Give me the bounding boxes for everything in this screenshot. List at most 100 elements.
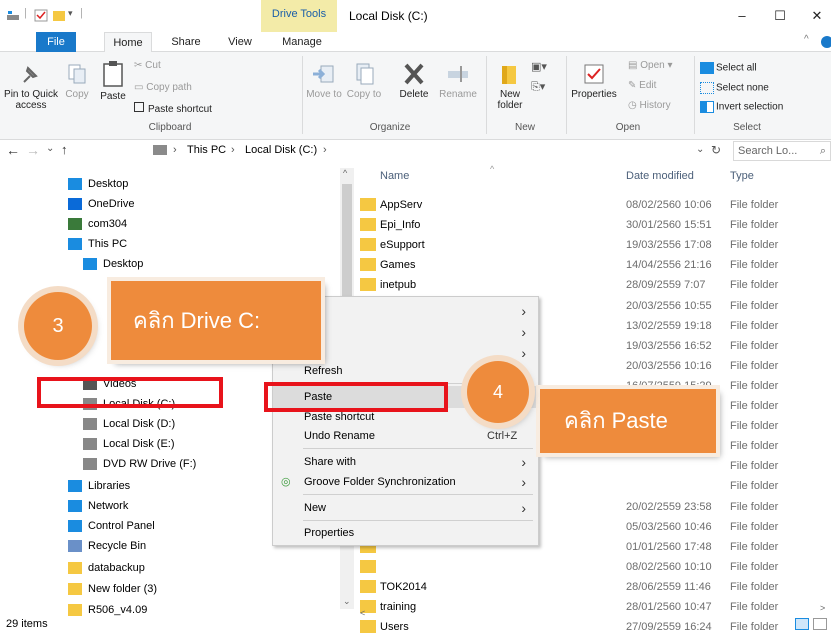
nav-item[interactable]: Network [68, 496, 128, 516]
copy-to-button[interactable]: Copy to [346, 62, 382, 100]
properties-qat-icon[interactable] [34, 9, 48, 22]
new-label: New [304, 502, 327, 514]
minimize-button[interactable]: – [727, 5, 757, 27]
context-menu-share-with[interactable]: Share with › [273, 451, 538, 473]
address-dropdown-icon[interactable]: ⌄ [696, 144, 704, 155]
nav-item[interactable]: databackup [68, 558, 145, 578]
drive-icon [83, 418, 97, 430]
breadcrumb-this-pc[interactable]: This PC [187, 144, 226, 156]
table-row[interactable]: 08/02/2560 10:10 File folder [354, 557, 831, 577]
move-to-button[interactable]: Move to [306, 62, 342, 100]
copy-button[interactable]: Copy [62, 62, 92, 100]
nav-item[interactable]: Desktop [83, 254, 144, 274]
nav-item-label: OneDrive [88, 198, 135, 210]
tab-home[interactable]: Home [104, 32, 152, 53]
nav-item[interactable]: Local Disk (E:) [83, 434, 175, 454]
rename-button[interactable]: Rename [436, 62, 480, 100]
properties-button[interactable]: Properties [568, 62, 620, 100]
history-button[interactable]: ◷ History [628, 100, 671, 111]
desktop-icon [68, 178, 82, 190]
copy-to-label: Copy to [346, 89, 382, 100]
pin-to-quick-access-button[interactable]: Pin to Quick access [2, 62, 60, 111]
copy-path-button[interactable]: ▭ Copy path [134, 82, 192, 93]
context-menu-undo-rename[interactable]: Undo Rename Ctrl+Z [273, 425, 538, 447]
column-type[interactable]: Type [730, 170, 754, 182]
open-label: Open [640, 60, 665, 71]
new-folder-qat-icon[interactable] [52, 9, 66, 22]
close-button[interactable]: ✕ [802, 5, 831, 27]
qat-dropdown-icon[interactable]: ▾ [68, 8, 73, 19]
select-none-button[interactable]: Select none [700, 82, 769, 94]
help-icon[interactable] [821, 36, 831, 48]
table-row[interactable]: inetpub 28/09/2559 7:07 File folder [354, 275, 831, 295]
collapse-ribbon-icon[interactable]: ^ [804, 34, 809, 45]
new-item-icon[interactable]: ▣▾ [531, 60, 547, 73]
nav-item[interactable]: com304 [68, 214, 127, 234]
back-arrow-icon[interactable]: ← [6, 142, 20, 158]
qat-separator: | [24, 7, 27, 19]
open-button[interactable]: ▤ Open ▾ [628, 60, 673, 71]
table-row[interactable]: TOK2014 28/06/2559 11:46 File folder [354, 577, 831, 597]
nav-item[interactable]: Control Panel [68, 516, 155, 536]
paste-shortcut-icon [134, 102, 144, 112]
context-menu-properties[interactable]: Properties [273, 522, 538, 544]
file-date: 14/04/2556 21:16 [626, 259, 712, 272]
tab-manage[interactable]: Manage [275, 32, 329, 52]
table-row[interactable]: training 28/01/2560 10:47 File folder [354, 597, 831, 617]
folder-icon [360, 559, 376, 573]
drive-icon [83, 438, 97, 450]
maximize-button[interactable]: ☐ [765, 5, 795, 27]
tab-view[interactable]: View [220, 32, 260, 52]
select-all-label: Select all [716, 62, 757, 74]
column-name[interactable]: Name [380, 170, 409, 182]
paste-shortcut-button[interactable]: Paste shortcut [134, 102, 212, 115]
table-row[interactable]: Games 14/04/2556 21:16 File folder [354, 255, 831, 275]
delete-button[interactable]: Delete [394, 62, 434, 100]
context-menu-groove-sync[interactable]: ◎ Groove Folder Synchronization › [273, 471, 538, 493]
nav-item[interactable]: New folder (3) [68, 579, 157, 599]
file-date: 20/03/2556 10:55 [626, 299, 712, 312]
scroll-down-icon[interactable]: ⌄ [343, 596, 351, 607]
nav-item[interactable]: Recycle Bin [68, 536, 146, 556]
file-type: File folder [730, 601, 779, 613]
file-date: 08/02/2560 10:06 [626, 199, 712, 211]
drive-tools-context-tab[interactable]: Drive Tools [261, 0, 337, 32]
table-row[interactable]: eSupport 19/03/2556 17:08 File folder [354, 235, 831, 255]
large-icons-view-icon[interactable] [813, 618, 827, 630]
hscroll-right-icon[interactable]: > [820, 603, 825, 613]
nav-item[interactable]: Desktop [68, 174, 128, 194]
refresh-icon[interactable]: ↻ [711, 143, 721, 157]
nav-item-label: Desktop [103, 258, 144, 270]
easy-access-icon[interactable]: ⎘▾ [531, 80, 545, 94]
recent-locations-icon[interactable]: ⌄ [46, 143, 54, 154]
groove-sync-label: Groove Folder Synchronization [304, 476, 456, 488]
tab-share[interactable]: Share [166, 32, 206, 52]
file-type: File folder [730, 359, 779, 372]
tab-file[interactable]: File [36, 32, 76, 52]
group-separator [302, 56, 303, 134]
nav-item[interactable]: DVD RW Drive (F:) [83, 454, 196, 474]
forward-arrow-icon[interactable]: → [26, 142, 40, 158]
column-date-modified[interactable]: Date modified [626, 170, 694, 182]
invert-selection-button[interactable]: Invert selection [700, 101, 783, 113]
file-name: eSupport [380, 239, 425, 252]
cut-button[interactable]: ✂ Cut [134, 60, 161, 71]
search-input[interactable]: Search Lo... ⌕ [733, 141, 831, 161]
nav-item[interactable]: Libraries [68, 476, 130, 496]
select-all-button[interactable]: Select all [700, 62, 757, 74]
context-menu-new[interactable]: New › [273, 497, 538, 519]
history-icon: ◷ [628, 100, 640, 111]
scroll-up-icon[interactable]: ^ [343, 168, 347, 178]
up-arrow-icon[interactable]: ↑ [61, 142, 68, 157]
table-row[interactable]: AppServ 08/02/2560 10:06 File folder [354, 195, 831, 215]
nav-item[interactable]: OneDrive [68, 194, 135, 214]
details-view-icon[interactable] [795, 618, 809, 630]
nav-item[interactable]: This PC [68, 234, 127, 254]
new-folder-button[interactable]: New folder [492, 62, 528, 111]
breadcrumb-local-disk-c[interactable]: Local Disk (C:) [245, 144, 317, 156]
paste-button[interactable]: Paste [96, 60, 130, 102]
nav-item[interactable]: Local Disk (D:) [83, 414, 175, 434]
table-row[interactable]: Epi_Info 30/01/2560 15:51 File folder [354, 215, 831, 235]
address-bar[interactable]: › This PC › Local Disk (C:) › ⌄ ↻ [150, 141, 730, 161]
edit-button[interactable]: ✎ Edit [628, 80, 656, 91]
